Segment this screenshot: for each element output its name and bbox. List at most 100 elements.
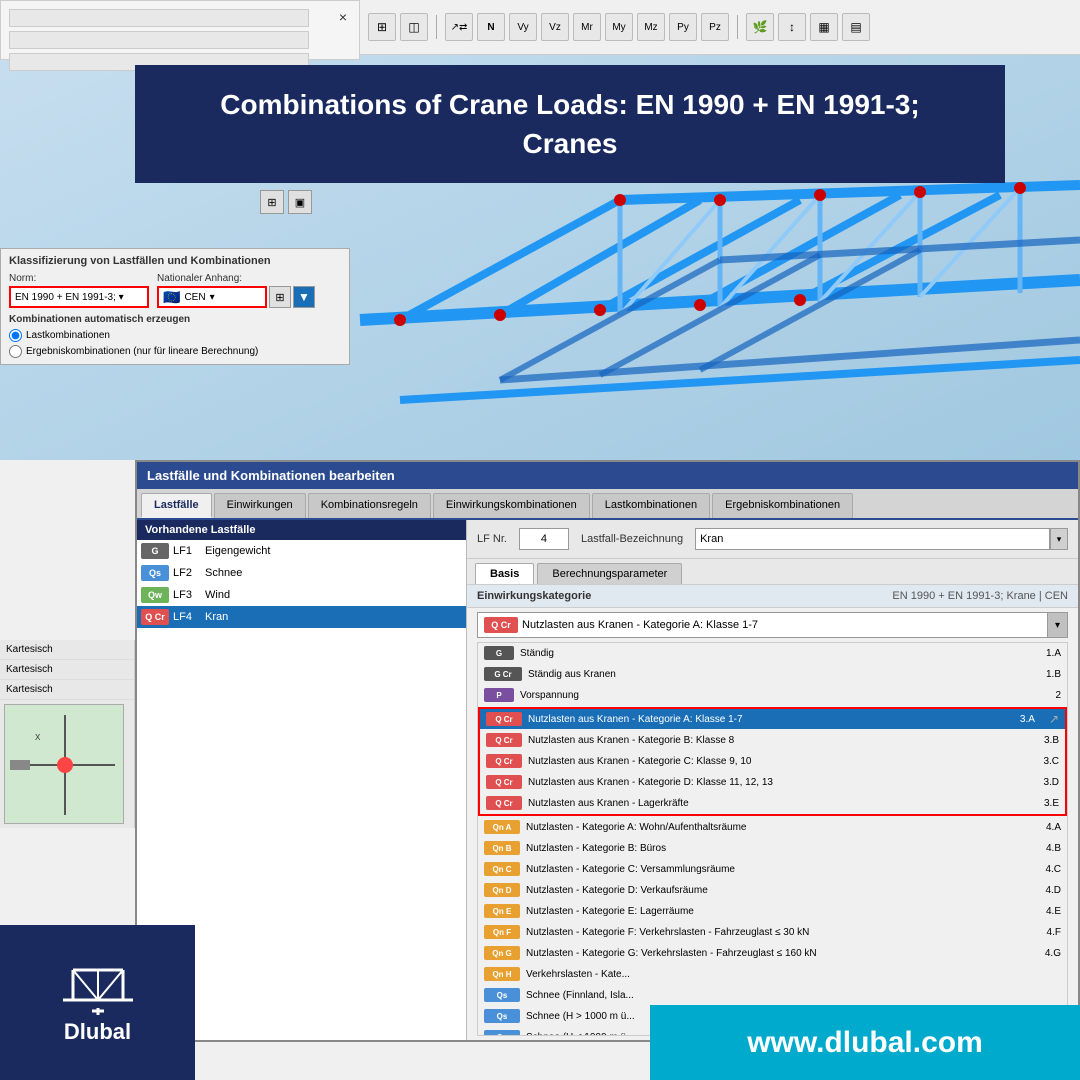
toolbar-icon-mr[interactable]: Mr	[573, 13, 601, 41]
cat-badge-crane-b: Q Cr	[486, 733, 522, 747]
toolbar-icon-n[interactable]: N	[477, 13, 505, 41]
cat-name-crane-d: Nutzlasten aus Kranen - Kategorie D: Kla…	[528, 777, 1029, 788]
toolbar-icon-vy[interactable]: Vy	[509, 13, 537, 41]
lc-item-lf4[interactable]: Q Cr LF4 Kran	[137, 606, 466, 628]
radio-lastkomb-label: Lastkombinationen	[26, 330, 110, 341]
cat-code-qng: 4.G	[1037, 948, 1061, 959]
toolbar: ⊞ ◫ ↗⇄ N Vy Vz Mr My Mz Py Pz 🌿 ↕ ▦ ▤	[360, 0, 1080, 55]
lf-bezeichnung-label: Lastfall-Bezeichnung	[581, 533, 683, 545]
lf-bezeichnung-input[interactable]	[695, 528, 1050, 550]
lf-nr-input[interactable]	[519, 528, 569, 550]
sidebar-item-1[interactable]: Kartesisch	[0, 640, 134, 660]
tab-lastkombinationen[interactable]: Lastkombinationen	[592, 493, 710, 518]
cat-code-crane-c: 3.C	[1035, 756, 1059, 767]
lc-badge-lf3: Qw	[141, 587, 169, 603]
cat-item-qnh[interactable]: Qn H Verkehrslasten - Kate...	[478, 964, 1067, 985]
toolbar-icon-py[interactable]: Py	[669, 13, 697, 41]
cat-badge-standig-cr: G Cr	[484, 667, 522, 681]
tab-einwirkungskombinationen[interactable]: Einwirkungskombinationen	[433, 493, 590, 518]
cat-name-crane-b: Nutzlasten aus Kranen - Kategorie B: Kla…	[528, 735, 1029, 746]
cursor-arrow: ↗	[1049, 712, 1059, 726]
sub-tab-bar: Basis Berechnungsparameter	[467, 559, 1078, 585]
lf-bezeichnung-dropdown[interactable]: ▾	[1050, 528, 1068, 550]
national-select[interactable]: 🇪🇺 CEN ▾	[157, 286, 267, 308]
radio-ergebniskomb-input[interactable]	[9, 345, 22, 358]
toolbar-icon-pz[interactable]: Pz	[701, 13, 729, 41]
ew-dropdown-content: Q Cr Nutzlasten aus Kranen - Kategorie A…	[478, 614, 1047, 636]
close-button[interactable]: ×	[339, 9, 347, 25]
cat-name-crane-a: Nutzlasten aus Kranen - Kategorie A: Kla…	[528, 714, 1005, 725]
cat-item-qnc[interactable]: Qn C Nutzlasten - Kategorie C: Versammlu…	[478, 859, 1067, 880]
cat-list: G Ständig 1.A G Cr Ständig aus Kranen 1.…	[477, 642, 1068, 1036]
toolbar-icon-vz[interactable]: Vz	[541, 13, 569, 41]
tab-ergebniskombinationen[interactable]: Ergebniskombinationen	[712, 493, 853, 518]
lc-name-lf1: Eigengewicht	[205, 545, 270, 557]
radio-lastkomb[interactable]: Lastkombinationen	[9, 329, 341, 342]
lc-item-lf1[interactable]: G LF1 Eigengewicht	[137, 540, 466, 562]
cat-item-qng[interactable]: Qn G Nutzlasten - Kategorie G: Verkehrsl…	[478, 943, 1067, 964]
lc-item-lf3[interactable]: Qw LF3 Wind	[137, 584, 466, 606]
cat-item-crane-a[interactable]: Q Cr Nutzlasten aus Kranen - Kategorie A…	[480, 709, 1065, 730]
radio-ergebniskomb[interactable]: Ergebniskombinationen (nur für lineare B…	[9, 345, 341, 358]
tab-kombinationsregeln[interactable]: Kombinationsregeln	[308, 493, 431, 518]
cat-item-crane-e[interactable]: Q Cr Nutzlasten aus Kranen - Lagerkräfte…	[480, 793, 1065, 814]
cat-name-qnh: Verkehrslasten - Kate...	[526, 969, 1031, 980]
national-edit-btn[interactable]: ⊞	[269, 286, 291, 308]
ew-norm: EN 1990 + EN 1991-3; Krane | CEN	[892, 590, 1068, 602]
cat-item-qna[interactable]: Qn A Nutzlasten - Kategorie A: Wohn/Aufe…	[478, 817, 1067, 838]
toolbar-icon-3[interactable]: ↗⇄	[445, 13, 473, 41]
svg-text:X: X	[35, 733, 41, 742]
website-text: www.dlubal.com	[747, 1026, 983, 1060]
cat-item-standig-cr[interactable]: G Cr Ständig aus Kranen 1.B	[478, 664, 1067, 685]
lc-name-lf2: Schnee	[205, 567, 242, 579]
cat-item-crane-b[interactable]: Q Cr Nutzlasten aus Kranen - Kategorie B…	[480, 730, 1065, 751]
icon-btn-2[interactable]: ▣	[288, 190, 312, 214]
dlubal-name: Dlubal	[64, 1019, 131, 1045]
dlubal-bridge-icon	[58, 960, 138, 1015]
toolbar-icon-2[interactable]: ◫	[400, 13, 428, 41]
sidebar-item-2[interactable]: Kartesisch	[0, 660, 134, 680]
tab-lastfaelle[interactable]: Lastfälle	[141, 493, 212, 518]
ew-dropdown-btn[interactable]: ▾	[1047, 613, 1067, 637]
toolbar-icon-mz[interactable]: Mz	[637, 13, 665, 41]
cat-code-crane-e: 3.E	[1035, 798, 1059, 809]
cat-code-qna: 4.A	[1037, 822, 1061, 833]
norm-select[interactable]: EN 1990 + EN 1991-3; ▾	[9, 286, 149, 308]
toolbar-icon-tree[interactable]: 🌿	[746, 13, 774, 41]
cat-badge-qnb: Qn B	[484, 841, 520, 855]
national-filter-btn[interactable]: ▼	[293, 286, 315, 308]
cat-item-qs1[interactable]: Qs Schnee (Finnland, Isla...	[478, 985, 1067, 1006]
cat-item-crane-c[interactable]: Q Cr Nutzlasten aus Kranen - Kategorie C…	[480, 751, 1065, 772]
toolbar-icon-list[interactable]: ▤	[842, 13, 870, 41]
node-viz: X	[4, 704, 124, 824]
cat-item-qnd[interactable]: Qn D Nutzlasten - Kategorie D: Verkaufsr…	[478, 880, 1067, 901]
icon-btn-1[interactable]: ⊞	[260, 190, 284, 214]
toolbar-icon-my[interactable]: My	[605, 13, 633, 41]
small-icon-row: ⊞ ▣	[260, 190, 312, 214]
cat-item-qnb[interactable]: Qn B Nutzlasten - Kategorie B: Büros 4.B	[478, 838, 1067, 859]
ew-badge: Q Cr	[484, 617, 518, 633]
cat-item-vorspannung[interactable]: P Vorspannung 2	[478, 685, 1067, 706]
cat-item-standig[interactable]: G Ständig 1.A	[478, 643, 1067, 664]
lc-item-lf2[interactable]: Qs LF2 Schnee	[137, 562, 466, 584]
norm-label: Norm:	[9, 273, 149, 284]
cat-badge-qnc: Qn C	[484, 862, 520, 876]
cat-item-qne[interactable]: Qn E Nutzlasten - Kategorie E: Lagerräum…	[478, 901, 1067, 922]
classification-panel: Klassifizierung von Lastfällen und Kombi…	[0, 248, 350, 365]
ew-dropdown[interactable]: Q Cr Nutzlasten aus Kranen - Kategorie A…	[477, 612, 1068, 638]
tab-einwirkungen[interactable]: Einwirkungen	[214, 493, 306, 518]
toolbar-icon-1[interactable]: ⊞	[368, 13, 396, 41]
sub-tab-berechnungsparameter[interactable]: Berechnungsparameter	[537, 563, 682, 584]
toolbar-icon-resize[interactable]: ↕	[778, 13, 806, 41]
radio-lastkomb-input[interactable]	[9, 329, 22, 342]
sub-tab-basis[interactable]: Basis	[475, 563, 534, 584]
sidebar-item-3[interactable]: Kartesisch	[0, 680, 134, 700]
title-text: Combinations of Crane Loads: EN 1990 + E…	[165, 85, 975, 163]
cat-item-crane-d[interactable]: Q Cr Nutzlasten aus Kranen - Kategorie D…	[480, 772, 1065, 793]
toolbar-icon-grid[interactable]: ▦	[810, 13, 838, 41]
lc-name-lf4: Kran	[205, 611, 228, 623]
cat-name-crane-e: Nutzlasten aus Kranen - Lagerkräfte	[528, 798, 1029, 809]
cat-name-standig-cr: Ständig aus Kranen	[528, 669, 1031, 680]
cat-badge-qnf: Qn F	[484, 925, 520, 939]
cat-item-qnf[interactable]: Qn F Nutzlasten - Kategorie F: Verkehrsl…	[478, 922, 1067, 943]
